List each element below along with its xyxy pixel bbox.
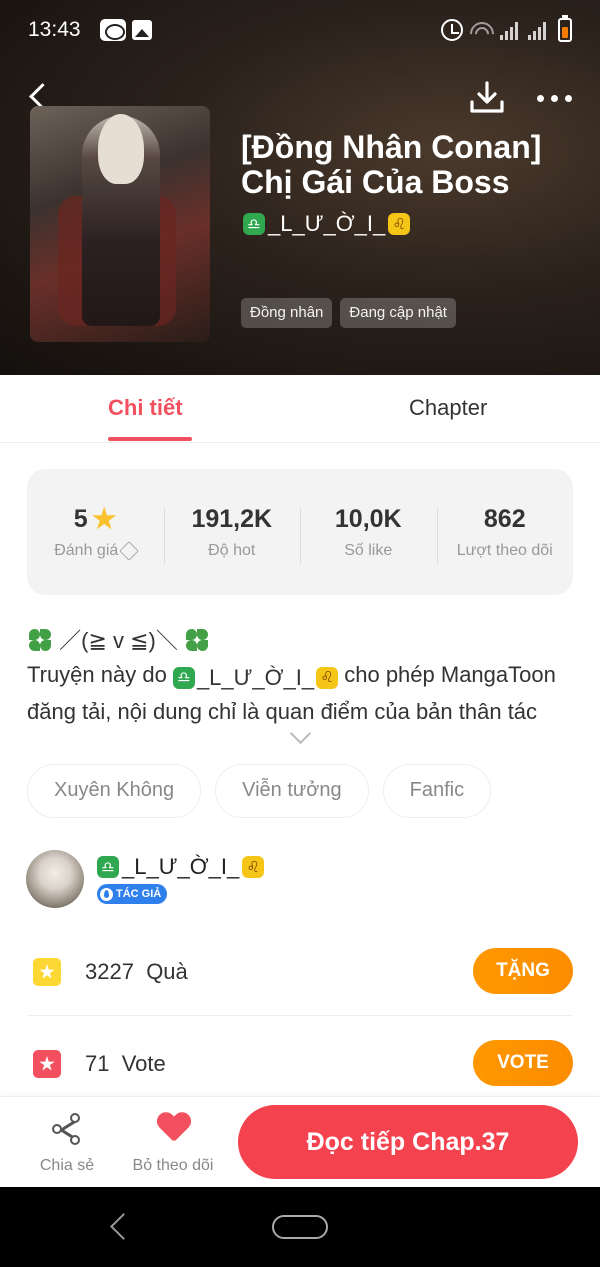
tag-status: Đang cập nhật (340, 298, 456, 328)
leo-icon: ♌ (388, 213, 411, 235)
chevron-down-icon[interactable] (289, 726, 311, 748)
libra-icon: ♎ (97, 856, 119, 878)
app-notification-icon (100, 19, 126, 41)
tab-chapter[interactable]: Chapter (409, 395, 487, 421)
stats-panel: 5 Đánh giá 191,2K Độ hot 10,0K Số like 8… (27, 469, 573, 595)
description-line-3: đăng tải, nội dung chỉ là quan điểm của … (27, 698, 538, 724)
leo-icon: ♌ (316, 666, 339, 689)
share-icon (52, 1113, 84, 1145)
book-author-name: _L_Ư_Ờ_I_ (268, 211, 386, 236)
stat-hot: 191,2K Độ hot (163, 504, 301, 564)
description-author: ♎ _L_Ư_Ờ_I_ ♌ (172, 661, 339, 695)
stat-likes: 10,0K Số like (300, 504, 437, 564)
description-line-1: ／(≧ v ≦)＼ (27, 624, 577, 658)
more-icon (537, 95, 544, 102)
share-label: Chia sẻ (39, 1157, 95, 1174)
stat-followers: 862 Lượt theo dõi (436, 504, 574, 564)
tab-detail[interactable]: Chi tiết (108, 395, 183, 421)
manga-detail-page: 13:43 [Đồng Nhân Conan] Chị Gái Của Boss… (0, 0, 600, 1267)
star-icon (92, 506, 117, 530)
description-line-2: Truyện này do ♎ _L_Ư_Ờ_I_ ♌ cho phép Manga… (27, 658, 577, 695)
heart-icon (157, 1113, 189, 1143)
hot-value: 191,2K (191, 504, 273, 533)
book-author[interactable]: ♎ _L_Ư_Ờ_I_ ♌ (243, 211, 411, 237)
system-navigation-bar (0, 1187, 600, 1267)
vote-ticket-icon (33, 1050, 61, 1078)
description-emoticon: ／(≧ v ≦)＼ (59, 628, 178, 653)
edit-icon (119, 541, 140, 561)
tab-bar: Chi tiết Chapter (0, 375, 600, 443)
gift-button[interactable]: TẶNG (473, 948, 573, 994)
book-cover (30, 106, 210, 342)
download-button[interactable] (468, 80, 506, 116)
hot-label: Độ hot (208, 542, 256, 559)
gift-icon (33, 958, 61, 986)
followers-value: 862 (483, 504, 526, 533)
rating-label: Đánh giá (54, 542, 119, 559)
system-home-button[interactable] (272, 1215, 328, 1239)
rating-value: 5 (73, 504, 88, 533)
gift-row: 3227 Quà TẶNG (27, 926, 573, 1016)
libra-icon: ♎ (243, 213, 265, 235)
status-bar: 13:43 (0, 0, 600, 60)
avatar[interactable] (26, 850, 84, 908)
book-tags: Đồng nhân Đang cập nhật (241, 298, 456, 328)
unfollow-label: Bỏ theo dõi (132, 1157, 214, 1174)
genre-chip[interactable]: Xuyên Không (27, 764, 202, 818)
status-time: 13:43 (28, 18, 81, 41)
hero-header: 13:43 [Đồng Nhân Conan] Chị Gái Của Boss… (0, 0, 600, 375)
author-name[interactable]: ♎ _L_Ư_Ờ_I_ ♌ (97, 854, 265, 880)
tag-category[interactable]: Đồng nhân (241, 298, 333, 328)
pen-icon (100, 887, 113, 901)
share-button[interactable]: Chia sẻ (22, 1111, 112, 1175)
image-notification-icon (132, 20, 152, 40)
vote-count: 71 Vote (85, 1051, 166, 1076)
unfollow-button[interactable]: Bỏ theo dõi (128, 1111, 218, 1175)
download-icon (470, 81, 504, 113)
libra-icon: ♎ (172, 666, 195, 689)
tab-active-indicator (108, 437, 192, 441)
continue-reading-button[interactable]: Đọc tiếp Chap.37 (238, 1105, 578, 1179)
genre-chip[interactable]: Viễn tưởng (215, 764, 369, 818)
author-badge: TÁC GIẢ (97, 884, 168, 904)
followers-label: Lượt theo dõi (456, 542, 553, 559)
signal-icon (500, 20, 524, 40)
stat-rating[interactable]: 5 Đánh giá (27, 504, 164, 561)
clover-icon (27, 628, 53, 652)
more-button[interactable] (534, 85, 574, 111)
genre-chip[interactable]: Fanfic (382, 764, 492, 818)
likes-label: Số like (344, 542, 393, 559)
wifi-icon (465, 17, 499, 51)
description[interactable]: ／(≧ v ≦)＼ Truyện này do ♎ _L_Ư_Ờ_I_ ♌ cho … (27, 624, 577, 729)
gift-count: 3227 Quà (85, 959, 188, 984)
book-title: [Đồng Nhân Conan] Chị Gái Của Boss (241, 129, 542, 200)
system-back-button[interactable] (104, 1212, 130, 1242)
alarm-icon (441, 19, 463, 41)
likes-value: 10,0K (334, 504, 402, 533)
signal-icon (528, 20, 552, 40)
leo-icon: ♌ (242, 856, 265, 878)
clover-icon (184, 628, 210, 652)
genre-list: Xuyên Không Viễn tưởng Fanfic (27, 764, 492, 818)
battery-icon (558, 15, 572, 42)
vote-row: 71 Vote VOTE (27, 1018, 573, 1108)
vote-button[interactable]: VOTE (473, 1040, 573, 1086)
